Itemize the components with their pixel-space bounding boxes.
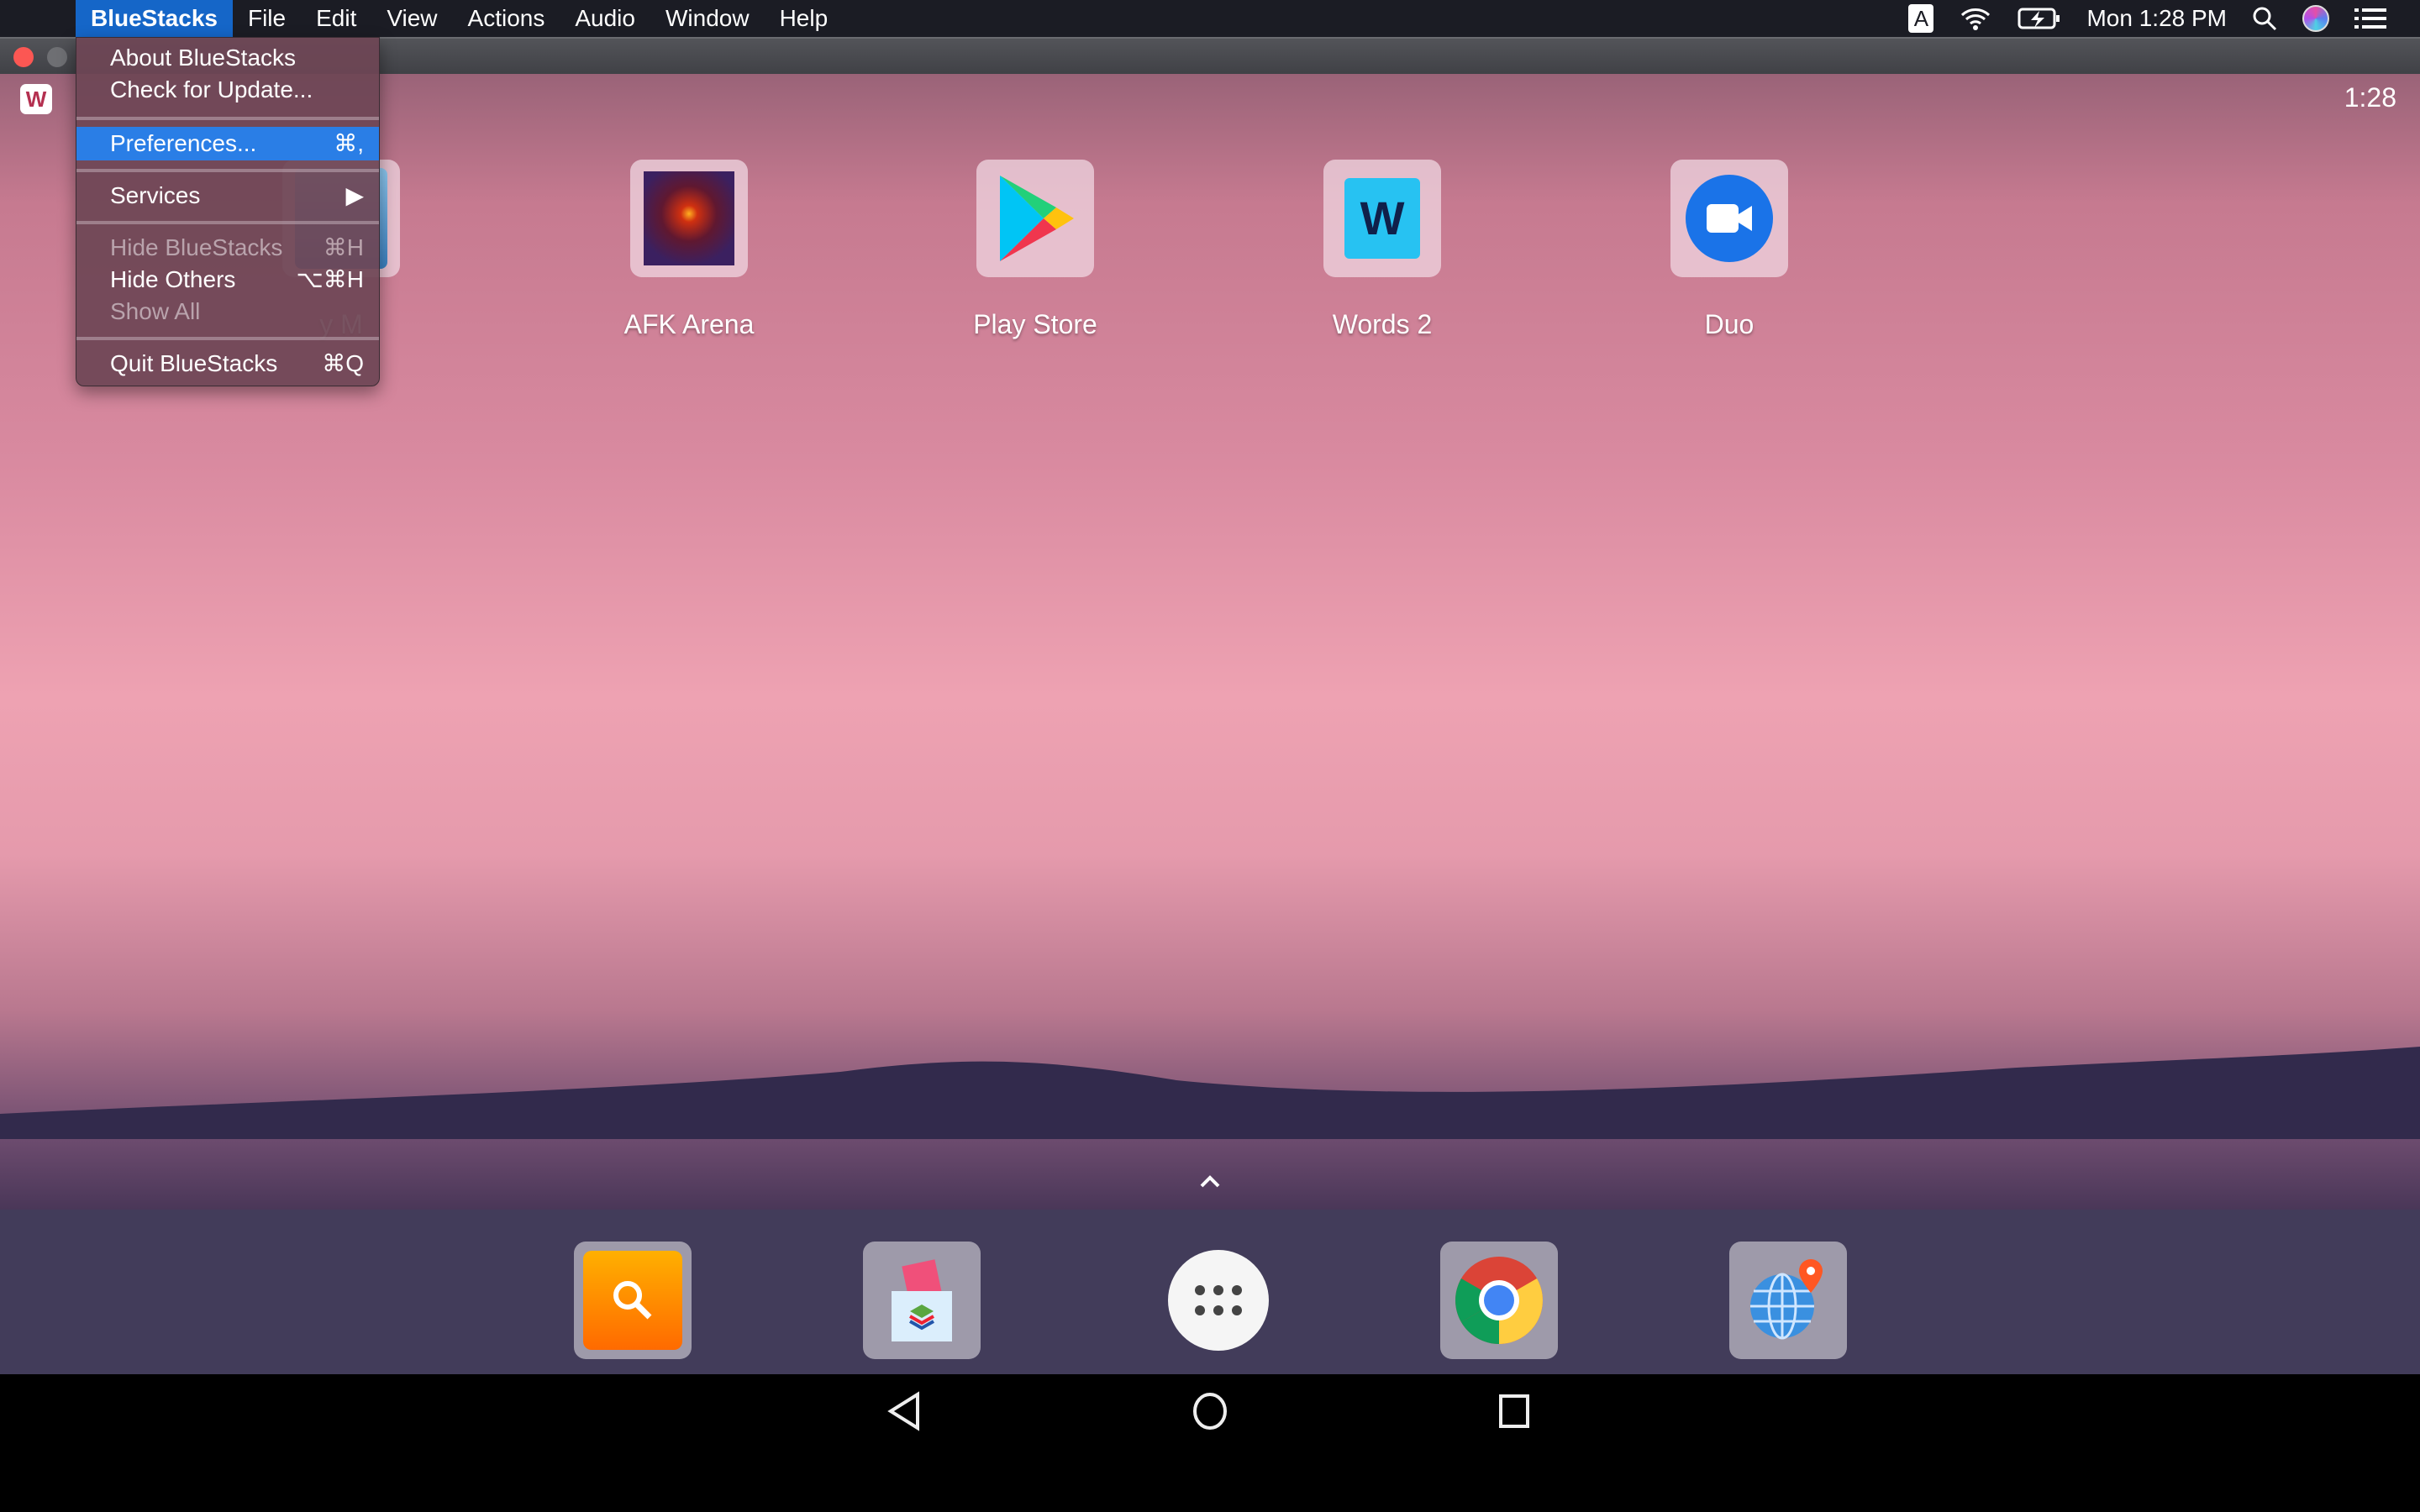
notification-center-icon[interactable] [2354,7,2386,30]
app-label: AFK Arena [623,309,755,339]
app-label: Play Store [973,309,1097,339]
menubar: BlueStacks File Edit View Actions Audio … [0,0,2420,37]
notification-words-icon[interactable]: W [20,84,52,114]
menu-shortcut: ⌘Q [322,350,364,376]
menu-item-hide-others[interactable]: Hide Others ⌥⌘H [76,265,379,295]
mountain-silhouette [0,1047,2420,1139]
app-play-store[interactable]: Play Store [951,160,1119,340]
app-words-2[interactable]: W Words 2 [1298,160,1466,340]
play-store-icon [976,160,1094,277]
spotlight-search-icon[interactable] [2252,6,2277,31]
menu-item-preferences[interactable]: Preferences... ⌘, [76,127,379,160]
menu-window[interactable]: Window [650,0,765,37]
menu-item-hide-bluestacks[interactable]: Hide BlueStacks ⌘H [76,233,379,263]
app-afk-arena[interactable]: AFK Arena [605,160,773,340]
home-button[interactable] [1192,1391,1228,1431]
menu-audio[interactable]: Audio [560,0,650,37]
android-dock [0,1210,2420,1374]
back-button[interactable] [886,1391,923,1431]
search-icon [583,1251,682,1350]
menu-item-quit[interactable]: Quit BlueStacks ⌘Q [76,349,379,379]
dock-chrome[interactable] [1440,1242,1558,1359]
minimize-window-button[interactable] [47,47,67,67]
menu-item-label: Services [110,182,201,208]
menubar-clock[interactable]: Mon 1:28 PM [2086,5,2227,32]
media-manager-icon [892,1259,952,1341]
menu-item-label: Show All [110,298,201,324]
menu-item-label: Check for Update... [110,76,313,102]
menu-view[interactable]: View [371,0,452,37]
bluestacks-app-menu: About BlueStacks Check for Update... Pre… [76,37,380,386]
wifi-icon[interactable] [1959,6,1992,31]
chrome-icon [1455,1257,1543,1344]
menu-separator [76,169,379,172]
recents-button[interactable] [1497,1391,1531,1431]
menu-shortcut: ⌘H [323,234,364,260]
menu-item-label: Quit BlueStacks [110,350,278,376]
menu-help[interactable]: Help [765,0,844,37]
dock-search-app[interactable] [574,1242,692,1359]
menu-item-check-update[interactable]: Check for Update... [76,75,379,105]
menu-item-show-all[interactable]: Show All [76,297,379,327]
input-source-icon[interactable]: A [1908,4,1934,33]
menu-file[interactable]: File [233,0,301,37]
menu-separator [76,221,379,224]
menu-shortcut: ⌘, [334,130,364,156]
menu-actions[interactable]: Actions [453,0,560,37]
submenu-arrow-icon: ▶ [345,182,364,208]
android-status-clock: 1:28 [2344,82,2396,113]
app-drawer-chevron-up-icon[interactable] [1195,1168,1225,1188]
app-drawer-icon [1168,1250,1269,1351]
menu-item-about[interactable]: About BlueStacks [76,43,379,73]
menu-separator [76,117,379,120]
menu-edit[interactable]: Edit [301,0,371,37]
menu-bluestacks[interactable]: BlueStacks [76,0,233,37]
menu-item-label: Preferences... [110,130,257,156]
android-nav-bar [0,1374,2420,1512]
dock-location-app[interactable] [1729,1242,1847,1359]
battery-charging-icon[interactable] [2018,6,2061,31]
dock-app-drawer[interactable] [1160,1242,1277,1359]
menu-item-label: About BlueStacks [110,45,297,71]
app-duo[interactable]: Duo [1645,160,1813,340]
menu-shortcut: ⌥⌘H [296,266,365,292]
dock-media-manager[interactable] [863,1242,981,1359]
siri-icon[interactable] [2302,5,2329,32]
menu-item-label: Hide BlueStacks [110,234,283,260]
menu-item-label: Hide Others [110,266,236,292]
words-icon: W [1323,160,1441,277]
globe-pin-icon [1750,1259,1823,1340]
app-label: Words 2 [1332,309,1433,339]
close-window-button[interactable] [13,47,34,67]
menu-separator [76,337,379,340]
menu-item-services[interactable]: Services ▶ [76,179,379,213]
afk-arena-icon [630,160,748,277]
app-label: Duo [1704,309,1754,339]
duo-icon [1670,160,1788,277]
